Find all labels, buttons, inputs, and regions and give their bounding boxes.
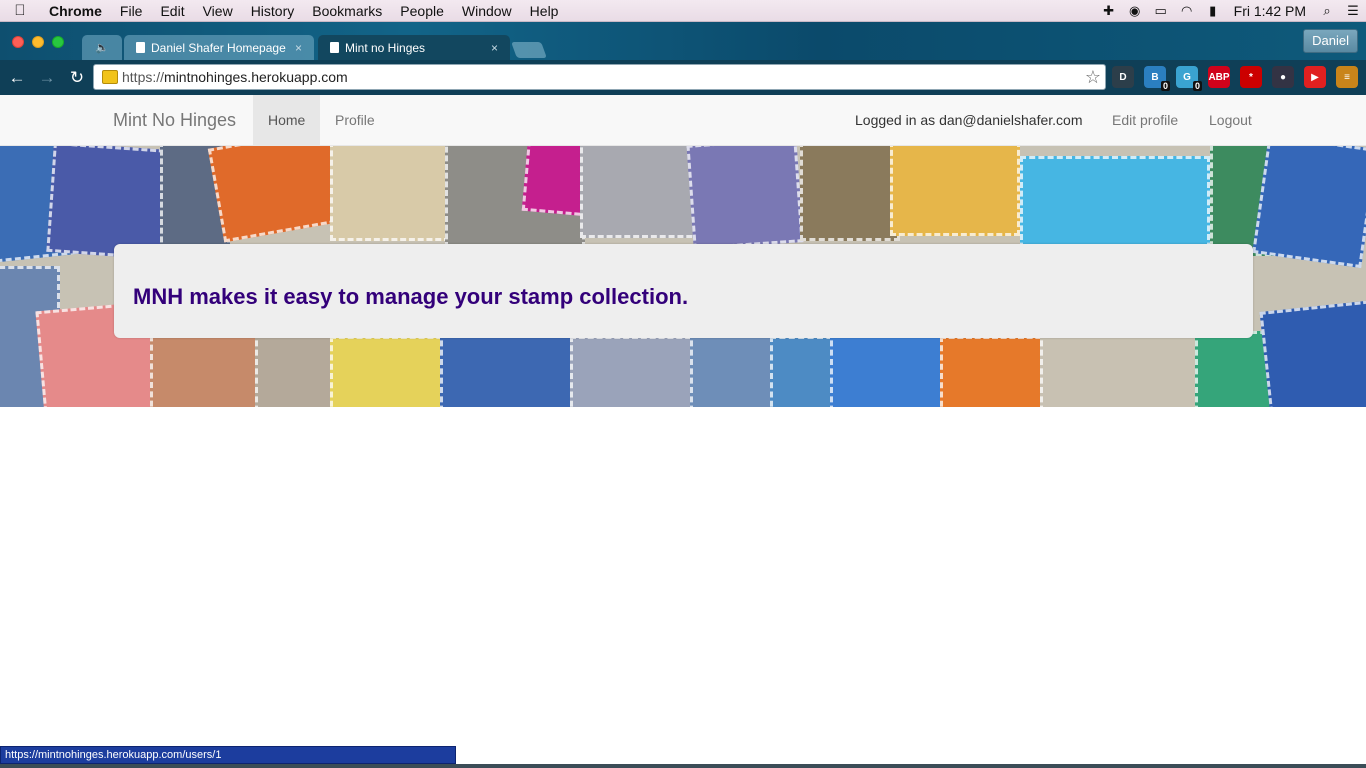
extension-glyph: ● [1279, 71, 1287, 83]
close-tab-icon[interactable]: × [491, 41, 498, 55]
tab-label: Daniel Shafer Homepage [151, 40, 286, 55]
adblock-icon[interactable]: ABP [1208, 66, 1230, 88]
new-tab-button[interactable] [511, 42, 547, 58]
bookmark-star-icon[interactable]: ☆ [1085, 67, 1101, 88]
stamp-collage-banner: MNH makes it easy to manage your stamp c… [0, 146, 1366, 407]
site-navbar: Mint No Hinges Home Profile Logged in as… [0, 95, 1366, 146]
tab-label: Mint no Hinges [345, 40, 426, 55]
close-tab-icon[interactable]: × [295, 41, 302, 55]
extension-glyph: D [1119, 71, 1127, 83]
menu-edit[interactable]: Edit [151, 0, 193, 22]
back-arrow-icon[interactable]: ← [4, 65, 30, 91]
link-status-bar: https://mintnohinges.herokuapp.com/users… [0, 746, 456, 764]
dark-ext-icon[interactable]: ● [1272, 66, 1294, 88]
address-bar[interactable]: https://mintnohinges.herokuapp.com ☆ [93, 64, 1106, 90]
menu-file[interactable]: File [111, 0, 152, 22]
extension-badge-count: 0 [1160, 81, 1170, 91]
reload-icon[interactable]: ↻ [64, 65, 90, 91]
nav-profile[interactable]: Profile [320, 95, 390, 146]
menu-app-name[interactable]: Chrome [40, 0, 111, 22]
menu-window[interactable]: Window [453, 0, 521, 22]
tab-daniel-shafer-homepage[interactable]: Daniel Shafer Homepage × [124, 35, 314, 60]
extension-glyph: B [1151, 71, 1159, 83]
shield-ext-icon[interactable]: B0 [1144, 66, 1170, 91]
menu-help[interactable]: Help [521, 0, 568, 22]
site-brand[interactable]: Mint No Hinges [113, 110, 236, 131]
apple-menu-icon[interactable]:  [0, 2, 40, 19]
menu-view[interactable]: View [194, 0, 242, 22]
browser-tab-strip: 🔈 Daniel Shafer Homepage × Mint no Hinge… [0, 22, 1366, 60]
url-text[interactable]: https://mintnohinges.herokuapp.com [122, 69, 348, 85]
wifi-icon[interactable]: ◠ [1176, 0, 1198, 22]
battery-icon[interactable]: ▮ [1202, 0, 1224, 22]
menubar-clock[interactable]: Fri 1:42 PM [1226, 3, 1314, 19]
dl-icon[interactable]: D [1112, 66, 1134, 88]
speaker-icon: 🔈 [95, 42, 109, 54]
spotlight-search-icon[interactable]: ⌕ [1316, 0, 1338, 22]
airplay-icon[interactable]: ▭ [1150, 0, 1172, 22]
logged-in-text: Logged in as dan@danielshafer.com [855, 112, 1083, 128]
jumbotron: MNH makes it easy to manage your stamp c… [114, 244, 1253, 338]
nav-home[interactable]: Home [253, 95, 321, 146]
extensions-area: D B 0 G 0 ABP * ● ▶ ≡ [1112, 64, 1366, 91]
warning-lock-icon[interactable] [102, 70, 118, 84]
zoom-window-button[interactable] [52, 36, 64, 48]
forward-arrow-icon[interactable]: → [34, 65, 60, 91]
profile-button[interactable]: Daniel [1303, 29, 1358, 53]
sync-status-icon[interactable]: ◉ [1124, 0, 1146, 22]
nav-logout[interactable]: Logout [1194, 95, 1267, 146]
close-window-button[interactable] [12, 36, 24, 48]
tab-mint-no-hinges[interactable]: Mint no Hinges × [318, 35, 510, 60]
menu-bookmarks[interactable]: Bookmarks [303, 0, 391, 22]
menu-people[interactable]: People [391, 0, 453, 22]
lastpass-icon[interactable]: * [1240, 66, 1262, 88]
extension-badge-count: 0 [1192, 81, 1202, 91]
menu-history[interactable]: History [242, 0, 304, 22]
browser-toolbar: ← → ↻ https://mintnohinges.herokuapp.com… [0, 60, 1366, 95]
ghostery-icon[interactable]: G0 [1176, 66, 1202, 91]
notification-center-icon[interactable]: ☰ [1342, 0, 1364, 22]
youtube-ext-icon[interactable]: ▶ [1304, 66, 1326, 88]
tab-audio[interactable]: 🔈 [82, 35, 122, 60]
minimize-window-button[interactable] [32, 36, 44, 48]
page-icon [330, 42, 339, 53]
dock-edge [0, 764, 1366, 768]
extension-glyph: ABP [1208, 71, 1230, 83]
url-host: mintnohinges.herokuapp.com [164, 69, 348, 85]
extension-glyph: G [1183, 71, 1191, 83]
jumbotron-heading: MNH makes it easy to manage your stamp c… [133, 284, 689, 309]
extension-glyph: ▶ [1311, 71, 1319, 83]
nav-edit-profile[interactable]: Edit profile [1097, 95, 1193, 146]
macos-menu-bar:  Chrome File Edit View History Bookmark… [0, 0, 1366, 22]
menu-icon[interactable]: ≡ [1336, 66, 1358, 88]
url-scheme: https:// [122, 69, 165, 85]
page-icon [136, 42, 145, 53]
plus-status-icon[interactable]: ✚ [1098, 0, 1120, 22]
extension-glyph: ≡ [1344, 71, 1350, 83]
extension-glyph: * [1249, 71, 1253, 83]
